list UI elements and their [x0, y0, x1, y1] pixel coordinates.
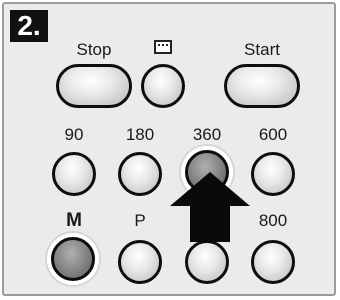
grill-icon	[154, 40, 172, 54]
power-600-button[interactable]	[251, 152, 295, 196]
program-label: P	[134, 211, 146, 230]
power-360-label: 360	[192, 125, 222, 144]
down-arrow-icon	[170, 172, 250, 242]
stop-label: Stop	[76, 40, 112, 59]
power-90-label: 90	[64, 125, 84, 144]
grill-button[interactable]	[141, 64, 185, 108]
power-180-label: 180	[125, 125, 155, 144]
start-button[interactable]	[224, 64, 300, 108]
power-800-button[interactable]	[251, 240, 295, 284]
microwave-control-panel: 2. Stop Start 90 180 360 600 M P 800	[2, 2, 336, 296]
power-button-unlabeled[interactable]	[185, 240, 229, 284]
power-600-label: 600	[258, 125, 288, 144]
memory-button[interactable]	[51, 237, 95, 281]
stop-button[interactable]	[56, 64, 132, 108]
start-label: Start	[244, 40, 280, 59]
power-180-button[interactable]	[118, 152, 162, 196]
step-number: 2.	[10, 10, 48, 42]
power-90-button[interactable]	[52, 152, 96, 196]
memory-label: M	[66, 210, 82, 231]
program-button[interactable]	[118, 240, 162, 284]
